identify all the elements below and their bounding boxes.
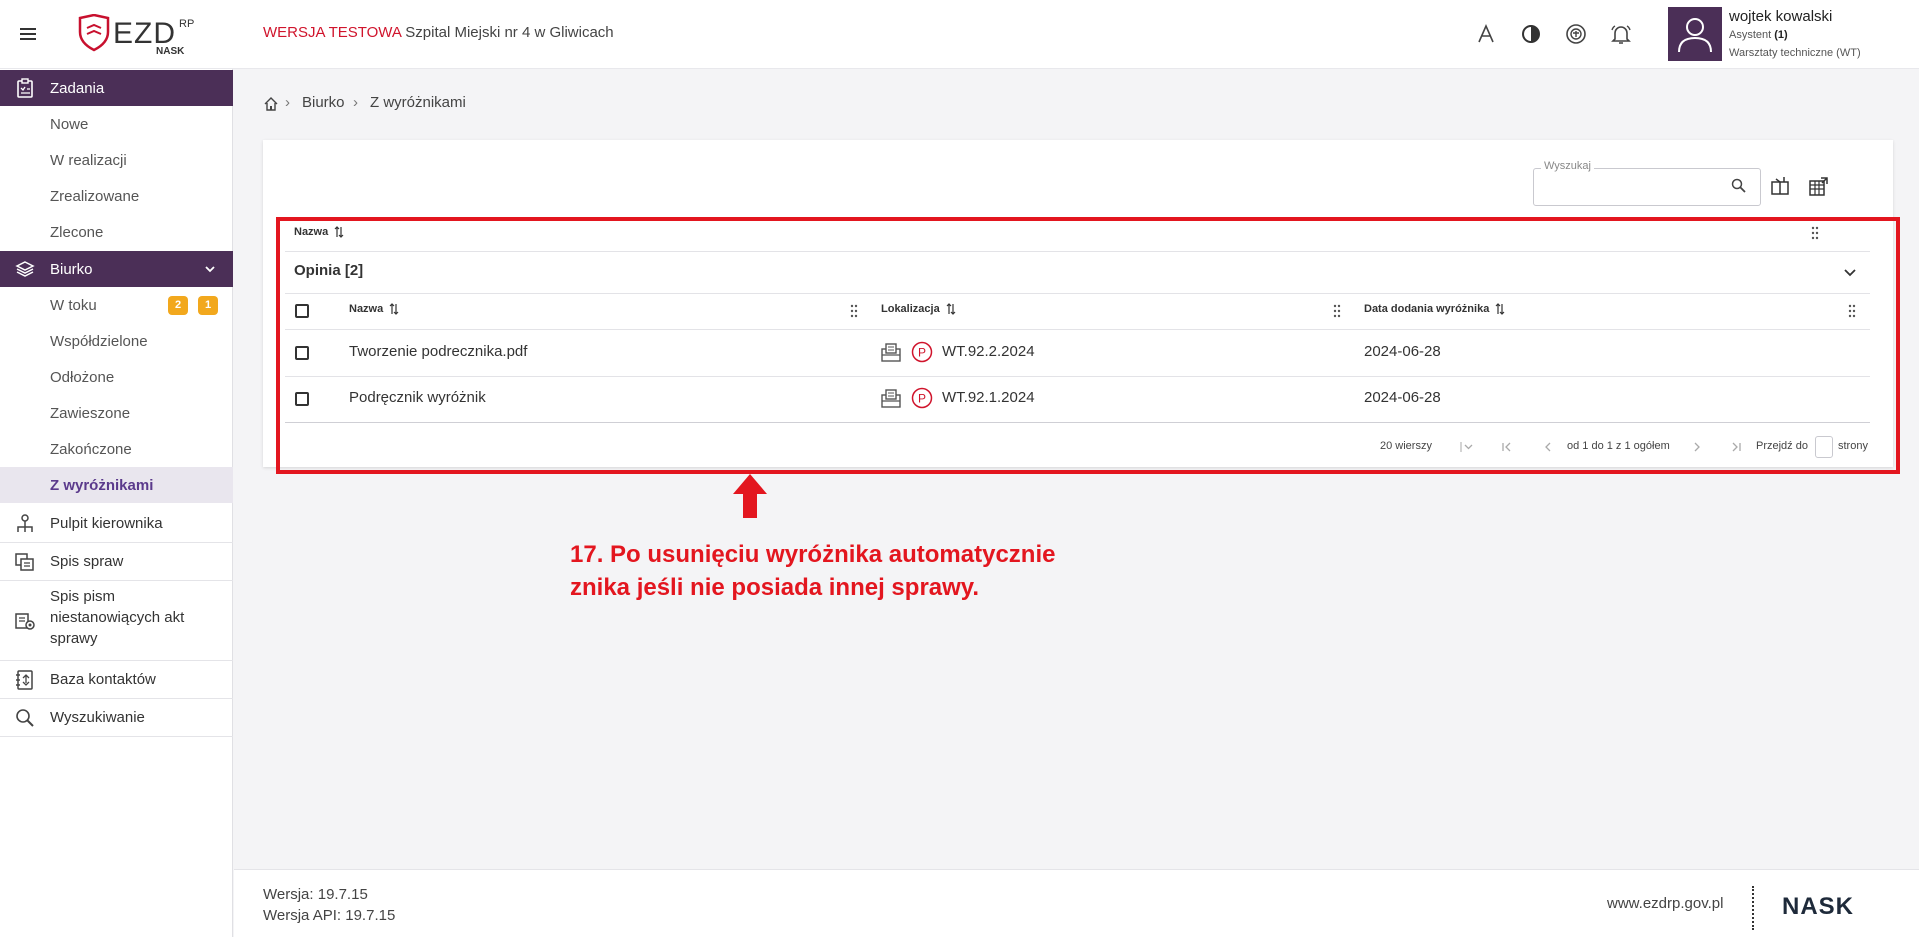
clipboard-checklist-icon (15, 78, 35, 98)
notifications-bell-icon[interactable] (1609, 22, 1633, 46)
user-panel[interactable]: wojtek kowalski Asystent (1) Warsztaty t… (1668, 7, 1918, 61)
font-size-icon[interactable] (1474, 22, 1498, 46)
logo-sub: NASK (156, 46, 185, 56)
sidebar: Zadania Nowe W realizacji Zrealizowane Z… (0, 69, 233, 937)
sidebar-item-label: Spis pism niestanowiących akt sprawy (50, 588, 185, 647)
sidebar-item-label: W realizacji (50, 152, 127, 169)
version-label: Wersja: 19.7.15 (263, 886, 368, 903)
count-badge: 1 (198, 296, 218, 315)
annotation-line: znika jeśli nie posiada innej sprawy. (570, 574, 980, 601)
home-icon[interactable] (263, 96, 279, 112)
sidebar-item-z-wyroznikami[interactable]: Z wyróżnikami (0, 467, 233, 503)
user-name: wojtek kowalski (1729, 8, 1833, 25)
sidebar-item-label: Zakończone (50, 441, 132, 458)
sidebar-item-wyszukiwanie[interactable]: Wyszukiwanie (0, 699, 233, 737)
sidebar-item-label: Spis spraw (50, 553, 124, 570)
manager-hierarchy-icon (13, 512, 37, 536)
sidebar-item-label: Nowe (50, 116, 89, 133)
search-label: Wyszukaj (1541, 160, 1594, 172)
user-role: Asystent (1) (1729, 29, 1788, 41)
sidebar-item-zlecone[interactable]: Zlecone (0, 214, 233, 250)
sidebar-item-zadania[interactable]: Zadania (0, 70, 233, 106)
sidebar-item-label: Zlecone (50, 224, 104, 241)
count-badge: 2 (168, 296, 188, 315)
environment-label: WERSJA TESTOWA Szpital Miejski nr 4 w Gl… (263, 24, 614, 41)
accessibility-icon[interactable] (1564, 22, 1588, 46)
sidebar-item-label: Zawieszone (50, 405, 131, 422)
column-settings-icon[interactable] (1769, 175, 1791, 197)
sidebar-item-label: Z wyróżnikami (50, 477, 154, 494)
menu-icon[interactable] (18, 24, 38, 44)
sidebar-item-biurko[interactable]: Biurko (0, 251, 233, 287)
nask-logo: NASK (1782, 894, 1890, 916)
arrow-up-icon (733, 474, 767, 518)
sidebar-item-label: Pulpit kierownika (50, 515, 163, 532)
contacts-book-icon (13, 668, 37, 692)
case-list-icon (13, 550, 37, 574)
sidebar-item-zakonczone[interactable]: Zakończone (0, 431, 233, 467)
sidebar-item-label: Baza kontaktów (50, 671, 156, 688)
sidebar-item-label: Współdzielone (50, 333, 148, 350)
breadcrumb-z-wyroznikami: Z wyróżnikami (370, 94, 466, 111)
site-link[interactable]: www.ezdrp.gov.pl (1607, 895, 1723, 912)
logo-sup: RP (179, 18, 194, 30)
sidebar-item-spis-pism[interactable]: Spis pism niestanowiących akt sprawy (0, 581, 233, 661)
highlight-frame (276, 217, 1900, 474)
test-version-label: WERSJA TESTOWA (263, 24, 402, 41)
annotation-text: 17. Po usunięciu wyróżnika automatycznie… (570, 538, 1090, 604)
sidebar-item-w-toku[interactable]: W toku 2 1 (0, 287, 233, 323)
sidebar-item-spis-spraw[interactable]: Spis spraw (0, 543, 233, 581)
export-table-icon[interactable] (1807, 175, 1829, 197)
user-unit: Warsztaty techniczne (WT) (1729, 47, 1861, 59)
breadcrumb-separator: › (353, 94, 358, 111)
chevron-down-icon[interactable] (203, 262, 217, 276)
sidebar-item-zrealizowane[interactable]: Zrealizowane (0, 178, 233, 214)
breadcrumb-biurko[interactable]: Biurko (302, 94, 345, 111)
divider (1752, 886, 1754, 930)
sidebar-item-w-realizacji[interactable]: W realizacji (0, 142, 233, 178)
search-icon[interactable] (1730, 177, 1748, 195)
sidebar-item-label: Biurko (50, 261, 93, 278)
api-version-label: Wersja API: 19.7.15 (263, 907, 396, 924)
breadcrumb-separator: › (285, 94, 290, 111)
sidebar-item-label: W toku (50, 297, 97, 314)
sidebar-item-odlozone[interactable]: Odłożone (0, 359, 233, 395)
user-role-count: (1) (1774, 29, 1788, 41)
ezd-rp-logo[interactable]: EZD RP NASK (78, 14, 198, 56)
nask-logo-text: NASK (1782, 894, 1854, 916)
sidebar-item-wspoldzielone[interactable]: Współdzielone (0, 323, 233, 359)
contrast-icon[interactable] (1519, 22, 1543, 46)
top-bar: EZD RP NASK WERSJA TESTOWA Szpital Miejs… (0, 0, 1919, 69)
sidebar-item-label: Zrealizowane (50, 188, 140, 205)
sidebar-item-label: Odłożone (50, 369, 115, 386)
search-input[interactable] (1533, 168, 1761, 206)
sidebar-item-baza-kontaktow[interactable]: Baza kontaktów (0, 661, 233, 699)
sidebar-item-label: Zadania (50, 80, 105, 97)
sidebar-item-pulpit-kierownika[interactable]: Pulpit kierownika (0, 505, 233, 543)
sidebar-item-zawieszone[interactable]: Zawieszone (0, 395, 233, 431)
sidebar-item-nowe[interactable]: Nowe (0, 106, 233, 142)
user-role-label: Asystent (1729, 29, 1772, 41)
sidebar-item-label: Wyszukiwanie (50, 709, 145, 726)
annotation-line: 17. Po usunięciu wyróżnika automatycznie (570, 541, 1056, 568)
organization-name: Szpital Miejski nr 4 w Gliwicach (405, 24, 614, 41)
search-icon (13, 706, 37, 730)
avatar[interactable] (1668, 7, 1722, 61)
layers-icon (15, 259, 35, 279)
documents-settings-icon (13, 609, 37, 633)
